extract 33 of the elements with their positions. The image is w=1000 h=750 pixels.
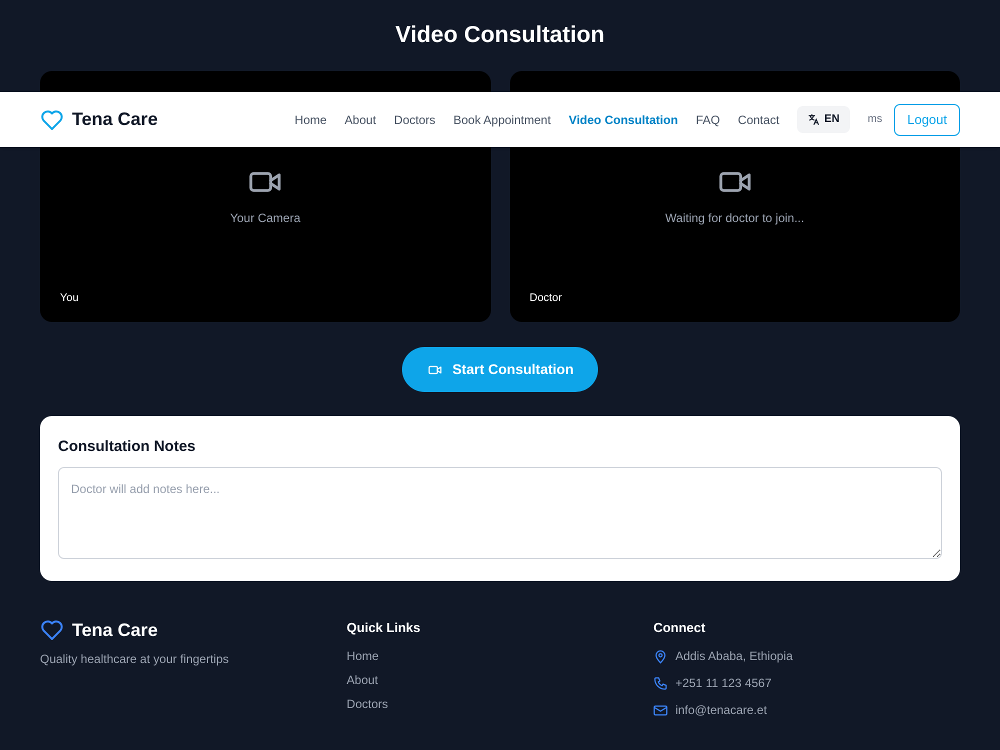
footer-link[interactable]: Home (346, 647, 654, 663)
nav-link[interactable]: Book Appointment (453, 110, 551, 128)
page-title: Video Consultation (394, 20, 606, 49)
footer-tagline: Quality healthcare at your fingertips (40, 651, 230, 668)
nav-link[interactable]: FAQ (696, 110, 720, 128)
video-status-text: Your Camera (230, 210, 300, 227)
map-pin-icon (653, 648, 668, 664)
nav-link[interactable]: Contact (738, 110, 780, 128)
phone-icon (653, 676, 668, 690)
video-status-text: Waiting for doctor to join... (665, 210, 804, 227)
footer-link[interactable]: About (346, 671, 654, 687)
footer-link[interactable]: Doctors (346, 695, 654, 711)
participant-label: You (60, 290, 79, 306)
notes-field[interactable]: Doctor will add notes here... (58, 467, 942, 559)
nav-link[interactable]: About (344, 110, 376, 128)
notes-title: Consultation Notes (58, 437, 196, 457)
contact-text: info@tenacare.et (675, 702, 767, 719)
heart-icon (40, 618, 64, 642)
mail-icon (653, 702, 668, 718)
contact-text: +251 11 123 4567 (675, 675, 772, 692)
language-button[interactable]: EN (797, 106, 850, 133)
participant-label: Doctor (530, 290, 562, 306)
user-name: ms (868, 112, 882, 128)
brand-name: Tena Care (72, 108, 158, 131)
footer-brand: Tena Care (72, 618, 158, 642)
nav-link[interactable]: Video Consultation (568, 110, 678, 128)
heart-icon (40, 108, 64, 132)
contact-text: Addis Ababa, Ethiopia (675, 648, 793, 665)
translate-icon (807, 113, 820, 126)
nav-link[interactable]: Doctors (394, 110, 436, 128)
connect-title: Connect (653, 619, 706, 637)
nav-link[interactable]: Home (294, 110, 327, 128)
quick-links-title: Quick Links (346, 619, 422, 637)
